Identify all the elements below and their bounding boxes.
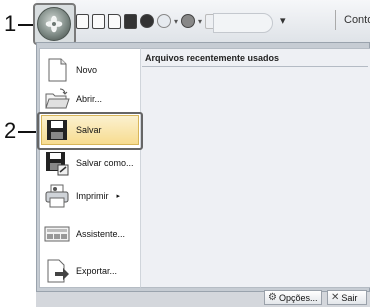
callout-line-2 [18,131,37,133]
menu-item-open[interactable]: Abrir... [44,84,136,114]
exit-button-label: Sair [341,292,358,303]
toolbar-end-cap [213,13,273,33]
document-icon[interactable] [92,13,105,29]
save-icon [44,117,70,143]
new-document-icon [44,57,70,83]
new-document-icon[interactable] [76,13,89,29]
exit-button[interactable]: ✕ Sair [327,290,367,305]
recent-files-panel [140,48,370,288]
options-icon: ⚙ [268,292,277,303]
menu-item-label: Salvar [76,125,102,135]
ribbon-tab-contour[interactable]: Contor [335,10,370,30]
menu-item-save-as[interactable]: Salvar como... [44,148,136,178]
preview-icon[interactable] [181,14,196,28]
callout-number-2: 2 [4,118,17,143]
open-folder-icon [44,86,70,112]
save-as-icon [44,150,70,176]
menu-item-new[interactable]: Novo [44,55,136,85]
wizard-icon [44,221,70,247]
menu-item-wizard[interactable]: Assistente... [44,219,136,249]
menu-item-label: Assistente... [76,229,126,239]
recent-files-divider [142,66,368,67]
quick-access-icons: ▾ ▾ [76,10,235,32]
menu-item-label: Salvar como... [76,158,134,168]
dropdown-chevron-icon[interactable]: ▾ [174,17,178,26]
application-button[interactable] [37,7,71,41]
options-button-label: Opções... [278,292,318,303]
printer-icon [44,183,70,209]
menu-item-label: Exportar... [76,266,118,276]
menu-item-label: Abrir... [76,94,103,104]
menu-item-print[interactable]: Imprimir ▸ [44,181,136,211]
recent-files-title: Arquivos recentemente usados [145,53,280,63]
gear-icon[interactable] [157,14,171,28]
export-icon [44,258,70,284]
options-button[interactable]: ⚙ Opções... [264,290,322,305]
open-folder-icon[interactable] [108,13,121,29]
menu-item-label: Imprimir [76,191,109,201]
customize-toolbar-dropdown[interactable]: ▾ [280,14,286,27]
menu-item-export[interactable]: Exportar... [44,256,136,286]
submenu-arrow-icon: ▸ [116,193,121,200]
menu-item-label: Novo [76,65,98,75]
save-icon[interactable] [124,13,137,29]
exit-icon: ✕ [331,292,340,303]
callout-number-1: 1 [4,11,17,36]
dropdown-chevron-icon[interactable]: ▾ [198,17,202,26]
app-logo-icon [45,15,63,33]
record-icon[interactable] [140,14,154,28]
menu-item-save[interactable]: Salvar [44,115,136,145]
